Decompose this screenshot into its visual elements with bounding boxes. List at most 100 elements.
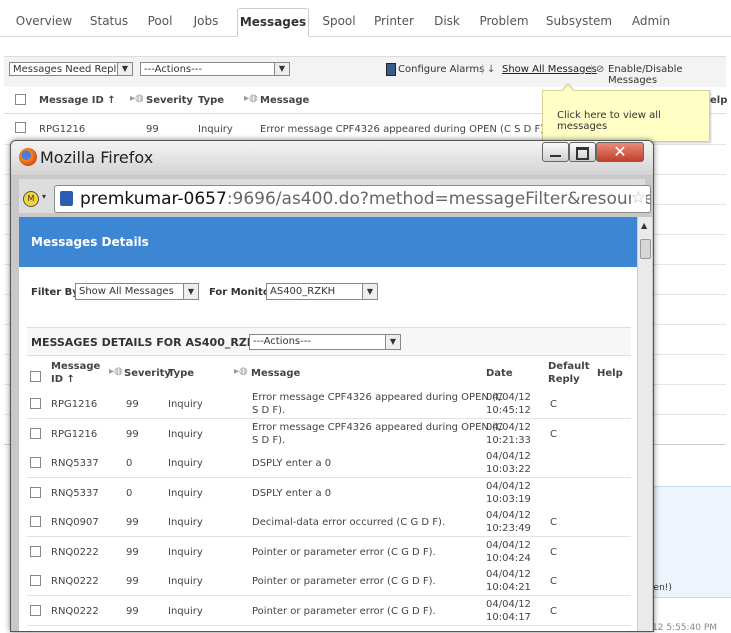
header-help: elp bbox=[710, 95, 728, 106]
maximize-button[interactable] bbox=[569, 142, 596, 162]
row-checkbox[interactable] bbox=[30, 575, 41, 586]
for-monitor-select[interactable]: AS400_RZKH ▼ bbox=[266, 283, 378, 300]
banner-title: Messages Details bbox=[31, 235, 149, 249]
filter-by-value: Show All Messages bbox=[79, 286, 174, 297]
header-message-id[interactable]: Message ID ↑ bbox=[39, 95, 116, 106]
actions-select[interactable]: ---Actions--- ▼ bbox=[140, 62, 290, 76]
tab-status[interactable]: Status bbox=[84, 8, 134, 34]
chevron-down-icon: ▼ bbox=[183, 284, 198, 299]
show-all-messages-link[interactable]: Show All Messages bbox=[502, 64, 597, 75]
scroll-thumb[interactable] bbox=[640, 239, 651, 259]
row-time: 10:03:22 bbox=[486, 464, 531, 475]
row-date: 04/04/12 bbox=[486, 480, 531, 492]
enable-disable-messages-link[interactable]: Enable/Disable Messages bbox=[608, 64, 731, 86]
top-tab-bar: Overview Status Pool Jobs Messages Spool… bbox=[0, 0, 731, 37]
tab-printer[interactable]: Printer bbox=[370, 8, 418, 34]
row-message: Decimal-data error occurred (C G D F). bbox=[252, 517, 446, 528]
popup-scrollbar[interactable]: ▲ bbox=[637, 217, 652, 631]
sort-icon: ▸◍ bbox=[109, 366, 123, 377]
tab-overview[interactable]: Overview bbox=[12, 8, 76, 34]
row-severity: 99 bbox=[126, 399, 139, 410]
chevron-down-icon[interactable]: ▾ bbox=[42, 192, 46, 201]
row-message: Error message CPF4326 appeared during OP… bbox=[252, 392, 503, 403]
tab-jobs[interactable]: Jobs bbox=[186, 8, 226, 34]
tab-problem[interactable]: Problem bbox=[475, 8, 533, 34]
chevron-down-icon: ▼ bbox=[362, 284, 377, 299]
table-row: RNQ0222 99 Inquiry Pointer or parameter err… bbox=[27, 566, 631, 596]
row-message: Error message CPF4326 appeared during OP… bbox=[260, 124, 548, 135]
row-message-id: RPG1216 bbox=[51, 399, 98, 410]
tab-admin[interactable]: Admin bbox=[628, 8, 674, 34]
window-titlebar[interactable]: Mozilla Firefox ✕ bbox=[11, 141, 653, 175]
table-row: RNQ5337 0 Inquiry DSPLY enter a 0 04/04/12 10… bbox=[27, 477, 631, 508]
for-monitor-value: AS400_RZKH bbox=[270, 286, 336, 297]
configure-alarms-link[interactable]: Configure Alarms bbox=[398, 64, 484, 75]
table-row: RNQ0222 99 Inquiry Pointer or parameter err… bbox=[27, 595, 631, 626]
site-identity-icon[interactable]: M bbox=[23, 191, 39, 207]
row-message-id: RNQ0222 bbox=[51, 605, 99, 617]
page-favicon-icon bbox=[60, 191, 73, 206]
row-message-id: RNQ0907 bbox=[51, 517, 99, 528]
filter-by-select[interactable]: Show All Messages ▼ bbox=[75, 283, 199, 300]
messages-details-section: MESSAGES DETAILS FOR AS400_RZKH ---Actio… bbox=[27, 327, 631, 356]
address-text: premkumar-0657:9696/as400.do?method=mess… bbox=[80, 189, 650, 209]
row-message-id: RNQ0222 bbox=[51, 546, 99, 558]
popup-content: Messages Details Filter By Show All Mess… bbox=[19, 217, 637, 631]
row-severity: 99 bbox=[126, 605, 139, 617]
header-message[interactable]: Message bbox=[260, 95, 309, 106]
tab-subsystem[interactable]: Subsystem bbox=[544, 8, 614, 34]
tab-spool[interactable]: Spool bbox=[318, 8, 360, 34]
row-checkbox[interactable] bbox=[30, 427, 41, 439]
section-actions-value: ---Actions--- bbox=[253, 336, 311, 347]
header-type[interactable]: Type bbox=[198, 95, 224, 106]
row-checkbox[interactable] bbox=[30, 516, 41, 527]
table-row: RPG1216 99 Inquiry Error message CPF4326 ap… bbox=[27, 389, 631, 419]
tab-messages[interactable]: Messages bbox=[237, 8, 309, 37]
header-message-id-line2[interactable]: ID ↑ bbox=[51, 374, 75, 386]
row-type: Inquiry bbox=[168, 458, 203, 469]
tab-pool[interactable]: Pool bbox=[141, 8, 179, 34]
row-default-reply: C bbox=[550, 428, 557, 440]
header-severity[interactable]: Severity bbox=[124, 368, 171, 380]
url-host: premkumar-0657 bbox=[80, 189, 227, 209]
tab-disk[interactable]: Disk bbox=[429, 8, 465, 34]
header-type[interactable]: Type bbox=[168, 368, 194, 380]
row-checkbox[interactable] bbox=[30, 486, 41, 498]
popup-table-header: Message ID ↑ ▸◍ Severity Type ▸◍ Message… bbox=[27, 355, 631, 391]
minimize-button[interactable] bbox=[542, 142, 569, 162]
row-type: Inquiry bbox=[168, 546, 203, 558]
row-default-reply: C bbox=[550, 546, 557, 558]
toolbar-separator: | bbox=[590, 64, 594, 75]
address-field[interactable]: premkumar-0657:9696/as400.do?method=mess… bbox=[54, 185, 651, 213]
section-actions-select[interactable]: ---Actions--- ▼ bbox=[249, 334, 401, 350]
firefox-popup-window: Mozilla Firefox ✕ M ▾ premkumar-0657:969… bbox=[10, 140, 654, 632]
row-message: DSPLY enter a 0 bbox=[252, 487, 332, 499]
scroll-up-icon[interactable]: ▲ bbox=[641, 221, 647, 230]
row-checkbox[interactable] bbox=[30, 545, 41, 557]
row-checkbox[interactable] bbox=[30, 457, 41, 468]
close-button[interactable]: ✕ bbox=[596, 142, 644, 162]
header-date[interactable]: Date bbox=[486, 368, 513, 380]
header-message-id-line1[interactable]: Message bbox=[51, 361, 100, 373]
row-time: 10:04:24 bbox=[486, 552, 531, 564]
tooltip-text: Click here to view all messages bbox=[557, 110, 661, 132]
header-severity[interactable]: Severity bbox=[146, 95, 193, 106]
row-default-reply: C bbox=[550, 576, 557, 587]
chevron-down-icon: ▼ bbox=[385, 335, 400, 349]
alarm-icon bbox=[386, 63, 396, 76]
select-all-checkbox[interactable] bbox=[30, 371, 41, 382]
row-message-id: RPG1216 bbox=[51, 428, 98, 440]
table-row: RPG1216 99 Inquiry Error message CPF4326 ap… bbox=[27, 418, 631, 449]
messages-details-banner: Messages Details bbox=[19, 217, 637, 267]
bookmark-star-icon[interactable]: ☆ bbox=[630, 188, 646, 208]
header-message[interactable]: Message bbox=[251, 368, 300, 380]
row-type: Inquiry bbox=[168, 576, 203, 587]
row-checkbox[interactable] bbox=[30, 604, 41, 616]
row-default-reply: C bbox=[550, 399, 557, 410]
message-filter-select[interactable]: Messages Need Reply ▼ bbox=[9, 62, 133, 76]
select-all-checkbox[interactable] bbox=[15, 94, 26, 105]
maximize-icon bbox=[576, 147, 589, 160]
row-checkbox[interactable] bbox=[30, 398, 41, 409]
row-time: 10:04:17 bbox=[486, 611, 531, 623]
row-checkbox[interactable] bbox=[15, 122, 26, 133]
